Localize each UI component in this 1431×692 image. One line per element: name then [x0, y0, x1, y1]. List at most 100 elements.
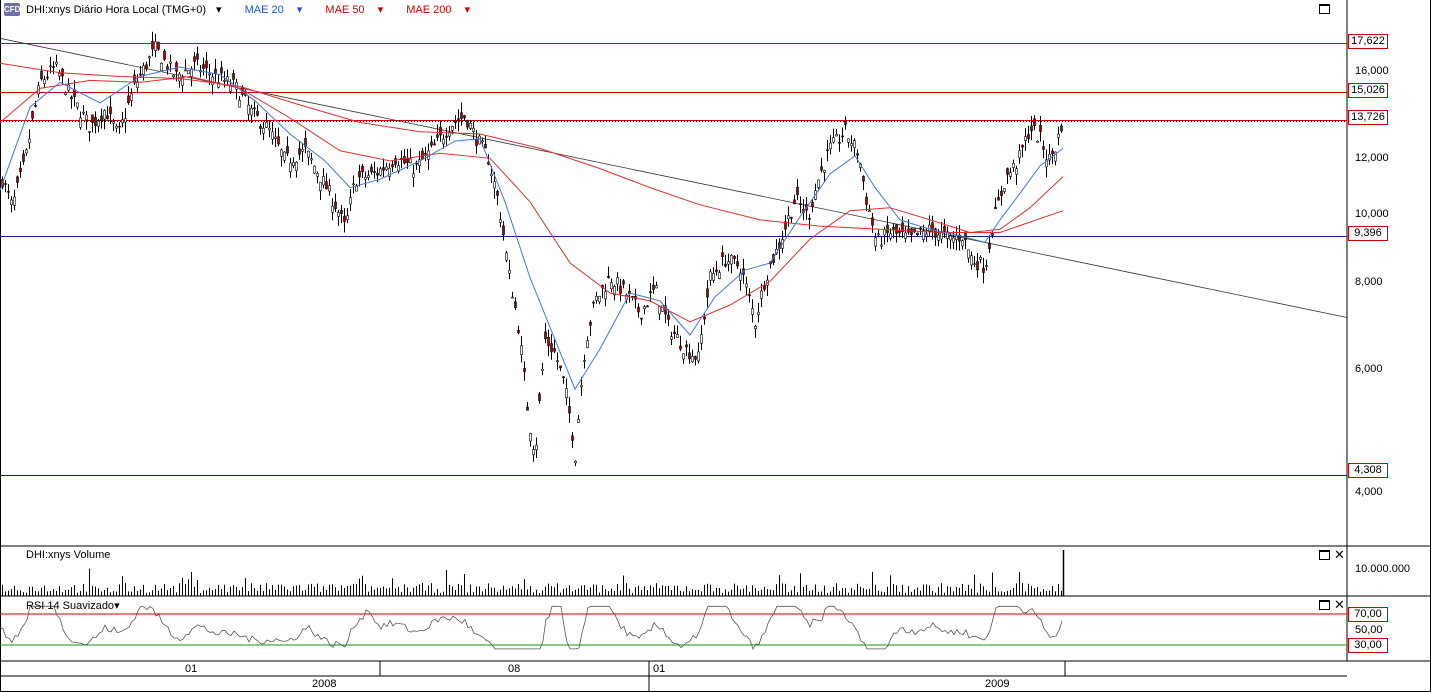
candle-down — [70, 96, 73, 99]
candle-up — [25, 149, 28, 154]
candle-up — [289, 162, 292, 173]
candle-up — [1015, 168, 1018, 175]
candle-down — [886, 224, 889, 234]
candle-down — [496, 191, 499, 196]
close-volume-button[interactable]: ✕ — [1334, 548, 1345, 561]
candle-down — [1033, 118, 1036, 127]
candle-down — [1021, 144, 1024, 148]
candle-up — [529, 433, 532, 442]
candle-up — [262, 127, 265, 134]
candle-down — [382, 167, 385, 171]
volume-pane-title: DHI:xnys Volume — [26, 549, 111, 561]
candle-down — [1027, 134, 1030, 139]
candle-up — [349, 197, 352, 205]
maximize-rsi-button[interactable] — [1319, 600, 1330, 613]
candle-down — [976, 261, 979, 271]
maximize-pane-button[interactable] — [1319, 4, 1330, 17]
candle-down — [31, 111, 34, 119]
candle-down — [127, 95, 130, 104]
candle-up — [481, 140, 484, 142]
candle-down — [559, 365, 562, 369]
candle-down — [253, 107, 256, 110]
candle-up — [301, 148, 304, 152]
dropdown-arrow-icon[interactable]: ▾ — [297, 4, 303, 16]
candle-down — [424, 152, 427, 155]
candle-down — [964, 231, 967, 241]
candle-up — [28, 138, 31, 144]
candle-up — [709, 271, 712, 281]
candle-down — [550, 343, 553, 353]
candle-up — [889, 233, 892, 239]
chart-canvas — [0, 0, 1431, 692]
candle-down — [808, 218, 811, 220]
candle-down — [538, 393, 541, 401]
candle-down — [526, 406, 529, 411]
ma50-label: MAE 50 — [325, 4, 365, 16]
candle-down — [916, 232, 919, 236]
candle-down — [454, 120, 457, 124]
candle-down — [994, 206, 997, 210]
candle-up — [868, 210, 871, 213]
candle-up — [274, 136, 277, 139]
dropdown-arrow-icon[interactable]: ▾ — [114, 600, 120, 612]
ma20-label: MAE 20 — [244, 4, 284, 16]
candle-down — [736, 261, 739, 267]
candle-up — [760, 290, 763, 299]
candle-up — [223, 80, 226, 82]
candle-up — [493, 181, 496, 189]
candle-down — [457, 118, 460, 122]
cfd-logo-icon: CFD — [4, 3, 21, 16]
candle-down — [139, 73, 142, 76]
dropdown-arrow-icon[interactable]: ▾ — [216, 4, 222, 16]
candle-up — [751, 308, 754, 315]
ma20-selector[interactable]: MAE 20 ▾ — [245, 4, 313, 16]
candle-up — [76, 102, 79, 108]
candle-down — [844, 121, 847, 125]
ma50-selector[interactable]: MAE 50 ▾ — [325, 4, 393, 16]
candle-down — [724, 263, 727, 267]
candle-down — [376, 173, 379, 176]
candle-up — [43, 79, 46, 84]
candle-up — [604, 291, 607, 300]
candle-down — [259, 126, 262, 129]
candle-down — [544, 331, 547, 340]
rsi-pane-selector[interactable]: RSI 14 Suavizado▾ — [26, 599, 120, 612]
candle-up — [1003, 188, 1006, 192]
candle-down — [607, 276, 610, 279]
candle-up — [676, 334, 679, 338]
x-month-label: 08 — [508, 663, 521, 675]
candle-up — [847, 138, 850, 143]
candle-up — [172, 74, 175, 78]
candle-up — [610, 282, 613, 290]
ma200-selector[interactable]: MAE 200 ▾ — [406, 4, 480, 16]
candle-down — [715, 269, 718, 273]
dropdown-arrow-icon[interactable]: ▾ — [465, 4, 471, 16]
candle-up — [727, 261, 730, 265]
close-icon: ✕ — [1334, 597, 1345, 612]
candle-down — [553, 348, 556, 352]
candle-up — [184, 69, 187, 72]
candle-down — [685, 344, 688, 348]
candle-down — [361, 165, 364, 173]
candle-up — [103, 110, 106, 120]
candle-down — [679, 345, 682, 350]
candle-up — [670, 336, 673, 340]
candle-up — [718, 272, 721, 279]
candle-up — [952, 237, 955, 243]
candle-down — [466, 120, 469, 128]
candle-down — [841, 135, 844, 138]
symbol-selector[interactable]: DHI:xnys Diário Hora Local (TMG+0) ▾ — [26, 4, 232, 16]
candle-down — [100, 115, 103, 122]
candle-down — [433, 143, 436, 146]
dropdown-arrow-icon[interactable]: ▾ — [378, 4, 384, 16]
candle-down — [619, 285, 622, 294]
candle-up — [310, 158, 313, 161]
candle-up — [367, 175, 370, 178]
candle-down — [931, 222, 934, 231]
candle-up — [82, 112, 85, 114]
candle-down — [16, 176, 19, 183]
close-rsi-button[interactable]: ✕ — [1334, 597, 1345, 612]
maximize-volume-button[interactable] — [1319, 550, 1330, 563]
candle-up — [970, 255, 973, 266]
candle-up — [142, 65, 145, 75]
